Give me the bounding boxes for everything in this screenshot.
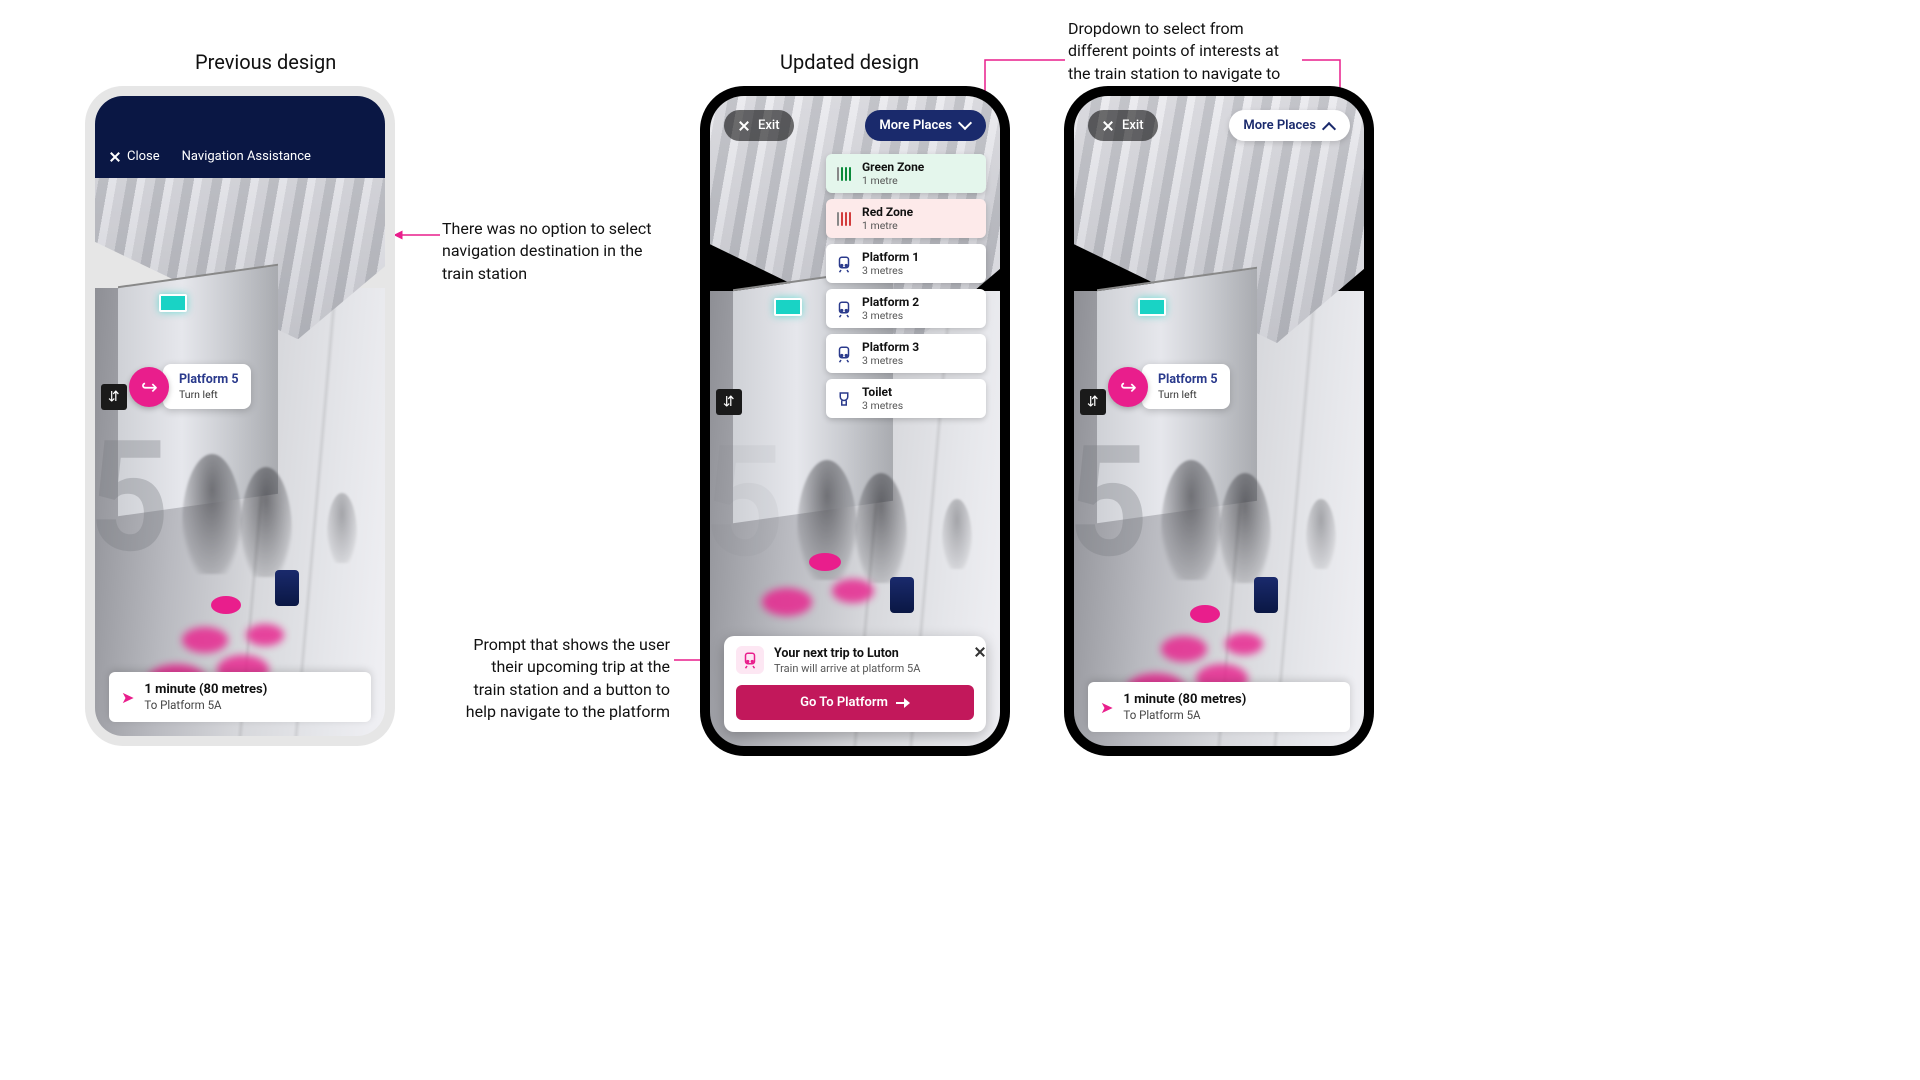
train-icon <box>834 254 854 274</box>
place-name: Platform 2 <box>862 295 919 309</box>
direction-title: Platform 5 <box>1158 372 1218 387</box>
screen-previous: 5 ⇵ Close Navigation Assistance ↩ Platfo… <box>95 96 385 736</box>
direction-sub: Turn left <box>1158 388 1218 401</box>
place-distance: 3 metres <box>862 399 903 412</box>
annotation-prompt: Prompt that shows the user their upcomin… <box>460 634 670 724</box>
more-places-label: More Places <box>879 118 952 133</box>
go-to-platform-button[interactable]: Go To Platform <box>736 685 974 720</box>
place-item[interactable]: Toilet3 metres <box>826 379 986 418</box>
close-label: Close <box>127 149 160 164</box>
close-icon <box>1102 120 1114 132</box>
more-places-label: More Places <box>1243 118 1316 133</box>
path-dot <box>762 588 812 616</box>
place-name: Platform 3 <box>862 340 919 354</box>
exit-label: Exit <box>1122 118 1144 133</box>
place-distance: 1 metre <box>862 219 913 232</box>
place-name: Red Zone <box>862 205 913 219</box>
place-item[interactable]: Platform 23 metres <box>826 289 986 328</box>
chevron-up-icon <box>1324 120 1336 132</box>
turn-left-icon: ↩ <box>1108 367 1148 407</box>
place-name: Green Zone <box>862 160 924 174</box>
lift-sign-graphic: ⇵ <box>716 389 742 415</box>
annotation-no-option: There was no option to select navigation… <box>442 218 662 285</box>
path-dot <box>832 579 874 603</box>
lift-sign-graphic: ⇵ <box>1080 389 1106 415</box>
more-places-dropdown-open[interactable]: More Places <box>865 110 986 141</box>
camera-background: 5 ⇵ <box>95 96 385 736</box>
old-header: Close Navigation Assistance <box>95 96 385 178</box>
status-sub: To Platform 5A <box>1123 708 1246 722</box>
train-icon <box>736 646 764 674</box>
path-dot <box>1190 605 1220 623</box>
exit-sign-graphic <box>1138 298 1166 316</box>
exit-sign-graphic <box>159 294 187 312</box>
place-distance: 3 metres <box>862 354 919 367</box>
navigate-icon: ➤ <box>121 688 134 707</box>
place-item[interactable]: Platform 13 metres <box>826 244 986 283</box>
trip-sub: Train will arrive at platform 5A <box>774 662 920 675</box>
arrow-right-icon <box>896 698 910 708</box>
direction-indicator: ↩ Platform 5 Turn left <box>129 364 251 409</box>
phone-updated-closed: 5 ⇵ Exit More Places ↩ Platform 5 Turn l… <box>1064 86 1374 756</box>
lift-sign-graphic: ⇵ <box>101 384 127 410</box>
gate-red-icon <box>834 209 854 229</box>
exit-button[interactable]: Exit <box>724 110 794 141</box>
place-distance: 3 metres <box>862 309 919 322</box>
callout-arrow-1 <box>390 225 445 245</box>
path-dot <box>1225 633 1263 655</box>
places-list: Green Zone1 metreRed Zone1 metrePlatform… <box>826 154 986 418</box>
nav-title: Navigation Assistance <box>182 149 311 164</box>
place-distance: 1 metre <box>862 174 924 187</box>
exit-button[interactable]: Exit <box>1088 110 1158 141</box>
place-item[interactable]: Red Zone1 metre <box>826 199 986 238</box>
status-card: ➤ 1 minute (80 metres) To Platform 5A <box>109 672 371 722</box>
path-dot <box>182 627 228 653</box>
status-title: 1 minute (80 metres) <box>144 682 267 697</box>
navigate-icon: ➤ <box>1100 698 1113 717</box>
camera-background: 5 ⇵ <box>1074 96 1364 746</box>
phone-previous: 5 ⇵ Close Navigation Assistance ↩ Platfo… <box>85 86 395 746</box>
train-icon <box>834 299 854 319</box>
place-item[interactable]: Green Zone1 metre <box>826 154 986 193</box>
phone-updated-open: 5 ⇵ Exit More Places Green Zone1 metreRe… <box>700 86 1010 756</box>
trip-title: Your next trip to Luton <box>774 646 920 661</box>
direction-title: Platform 5 <box>179 372 239 387</box>
direction-indicator: ↩ Platform 5 Turn left <box>1108 364 1230 409</box>
screen-updated-open: 5 ⇵ Exit More Places Green Zone1 metreRe… <box>710 96 1000 746</box>
place-name: Toilet <box>862 385 903 399</box>
go-to-platform-label: Go To Platform <box>800 695 888 710</box>
close-icon <box>109 151 121 163</box>
heading-previous: Previous design <box>195 50 336 74</box>
close-icon <box>738 120 750 132</box>
more-places-dropdown-closed[interactable]: More Places <box>1229 110 1350 141</box>
train-icon <box>834 344 854 364</box>
direction-sub: Turn left <box>179 388 239 401</box>
screen-updated-closed: 5 ⇵ Exit More Places ↩ Platform 5 Turn l… <box>1074 96 1364 746</box>
toilet-icon <box>834 389 854 409</box>
gate-green-icon <box>834 164 854 184</box>
place-item[interactable]: Platform 33 metres <box>826 334 986 373</box>
trip-prompt-card: Your next trip to Luton Train will arriv… <box>724 636 986 732</box>
exit-label: Exit <box>758 118 780 133</box>
close-button[interactable]: Close <box>109 149 160 164</box>
place-distance: 3 metres <box>862 264 919 277</box>
annotation-dropdown: Dropdown to select from different points… <box>1068 18 1288 85</box>
status-title: 1 minute (80 metres) <box>1123 692 1246 707</box>
exit-sign-graphic <box>774 298 802 316</box>
path-dot <box>809 553 841 571</box>
status-card: ➤ 1 minute (80 metres) To Platform 5A <box>1088 682 1350 732</box>
path-dot <box>1161 636 1207 662</box>
chevron-down-icon <box>960 120 972 132</box>
place-name: Platform 1 <box>862 250 919 264</box>
heading-updated: Updated design <box>780 50 919 74</box>
turn-left-icon: ↩ <box>129 367 169 407</box>
status-sub: To Platform 5A <box>144 698 267 712</box>
